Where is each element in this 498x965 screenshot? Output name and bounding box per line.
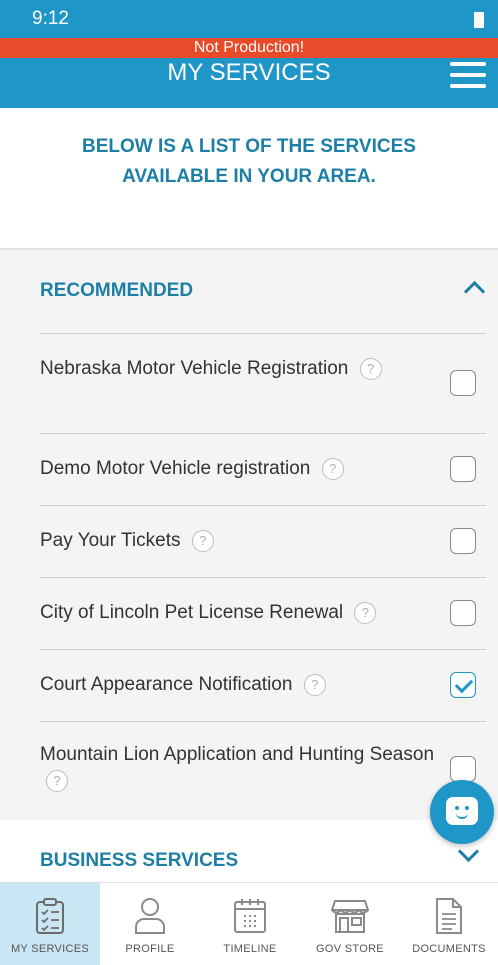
nav-label: DOCUMENTS xyxy=(412,943,486,955)
chat-bot-button[interactable] xyxy=(430,780,494,844)
service-label: Nebraska Motor Vehicle Registration ? xyxy=(40,356,440,382)
section-title: BUSINESS SERVICES xyxy=(40,850,239,871)
service-label: City of Lincoln Pet License Renewal ? xyxy=(40,600,377,626)
help-icon[interactable]: ? xyxy=(354,601,377,624)
nav-my-services[interactable]: MY SERVICES xyxy=(0,883,100,965)
document-icon xyxy=(436,898,462,934)
storefront-icon xyxy=(331,900,369,933)
recommended-section: RECOMMENDED Nebraska Motor Vehicle Regis… xyxy=(0,250,498,820)
business-section-header[interactable]: BUSINESS SERVICES xyxy=(0,820,498,882)
section-title: RECOMMENDED xyxy=(40,280,194,301)
chevron-down-icon[interactable] xyxy=(457,840,480,863)
service-checkbox[interactable] xyxy=(450,600,476,626)
service-checkbox[interactable] xyxy=(450,456,476,482)
nav-label: MY SERVICES xyxy=(10,943,90,955)
service-checkbox[interactable] xyxy=(450,756,476,782)
recommended-header[interactable]: RECOMMENDED xyxy=(40,250,498,334)
environment-banner: Not Production! xyxy=(0,38,498,58)
nav-label: PROFILE xyxy=(125,943,175,955)
bottom-navigation: MY SERVICES PROFILE TIMELINE GOV STORE D… xyxy=(0,882,498,965)
chevron-up-icon[interactable] xyxy=(463,280,486,303)
service-row[interactable]: Nebraska Motor Vehicle Registration ? xyxy=(40,334,488,430)
chat-bot-icon xyxy=(446,797,478,825)
service-row[interactable]: Mountain Lion Application and Hunting Se… xyxy=(40,722,488,818)
service-row[interactable]: Court Appearance Notification ? xyxy=(40,650,488,720)
service-checkbox[interactable] xyxy=(450,370,476,396)
intro-text: BELOW IS A LIST OF THE SERVICES AVAILABL… xyxy=(82,136,416,187)
page-title: MY SERVICES xyxy=(167,59,331,86)
battery-icon xyxy=(474,12,484,28)
help-icon[interactable]: ? xyxy=(359,357,382,380)
service-row[interactable]: Demo Motor Vehicle registration ? xyxy=(40,434,488,504)
status-bar: 9:12 xyxy=(0,0,498,38)
intro-section: BELOW IS A LIST OF THE SERVICES AVAILABL… xyxy=(0,108,498,250)
nav-profile[interactable]: PROFILE xyxy=(100,883,200,965)
help-icon[interactable]: ? xyxy=(46,769,68,792)
clipboard-icon xyxy=(36,898,64,934)
service-label: Demo Motor Vehicle registration ? xyxy=(40,456,344,482)
nav-documents[interactable]: DOCUMENTS xyxy=(400,883,498,965)
service-checkbox-checked[interactable] xyxy=(450,672,476,698)
service-label: Pay Your Tickets ? xyxy=(40,528,214,554)
help-icon[interactable]: ? xyxy=(191,529,214,552)
help-icon[interactable]: ? xyxy=(321,457,344,480)
service-label: Mountain Lion Application and Hunting Se… xyxy=(40,742,450,794)
calendar-icon xyxy=(234,899,266,933)
service-checkbox[interactable] xyxy=(450,528,476,554)
service-label: Court Appearance Notification ? xyxy=(40,672,326,698)
nav-label: GOV STORE xyxy=(316,943,384,955)
help-icon[interactable]: ? xyxy=(303,673,326,696)
status-time: 9:12 xyxy=(32,8,69,29)
service-row[interactable]: City of Lincoln Pet License Renewal ? xyxy=(40,578,488,648)
nav-gov-store[interactable]: GOV STORE xyxy=(300,883,400,965)
hamburger-menu-icon[interactable] xyxy=(450,58,486,92)
app-header: MY SERVICES xyxy=(0,58,498,108)
nav-timeline[interactable]: TIMELINE xyxy=(200,883,300,965)
service-row[interactable]: Pay Your Tickets ? xyxy=(40,506,488,576)
nav-label: TIMELINE xyxy=(223,943,277,955)
person-icon xyxy=(135,898,165,934)
